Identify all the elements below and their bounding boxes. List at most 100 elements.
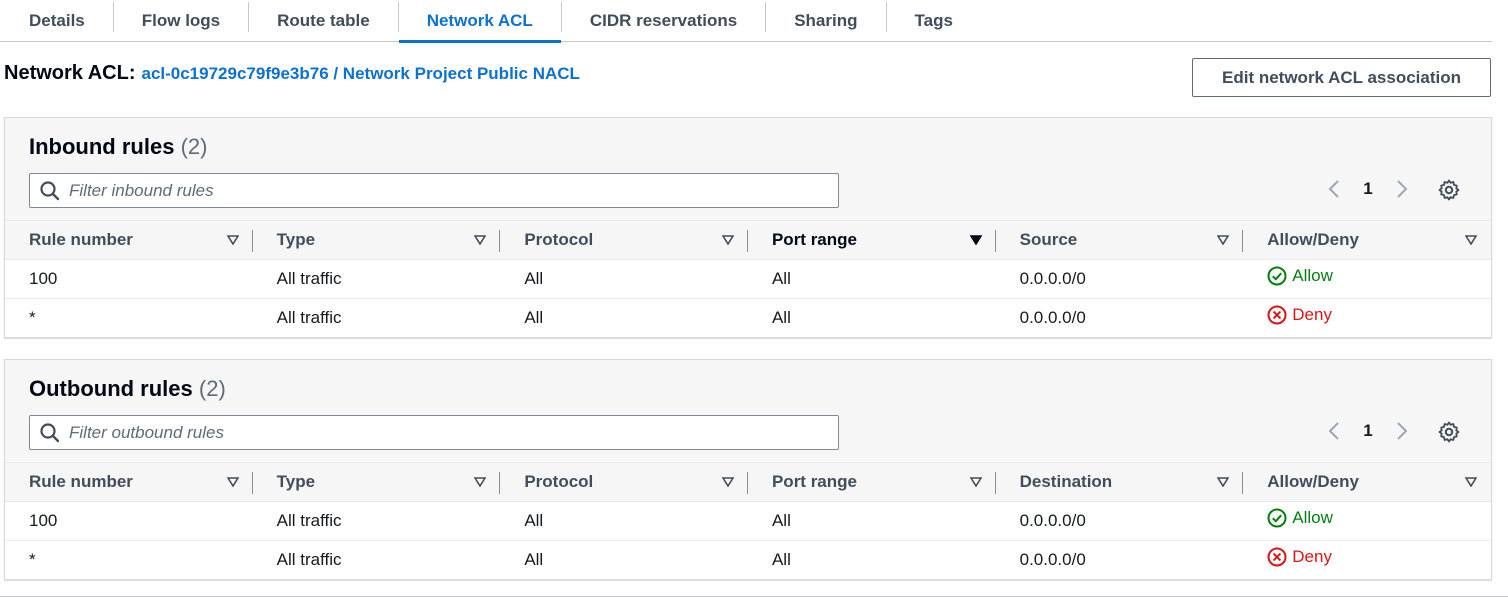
- cell-protocol: All: [524, 307, 544, 327]
- caret-down-icon: [969, 230, 983, 250]
- col-type[interactable]: Type: [252, 221, 501, 260]
- cell-rule: 100: [5, 501, 253, 541]
- table-header-row: Rule number Type Protocol Port range Sou…: [5, 221, 1491, 260]
- col-type[interactable]: Type: [252, 463, 501, 502]
- tab-cidr-reservations[interactable]: CIDR reservations: [562, 0, 765, 42]
- cell-source: 0.0.0.0/0: [1019, 307, 1086, 327]
- col-label: Source: [1019, 229, 1078, 249]
- col-allow-deny[interactable]: Allow/Deny: [1243, 463, 1491, 502]
- check-circle-icon: [1267, 508, 1287, 528]
- inbound-filter-input[interactable]: [69, 180, 809, 201]
- x-circle-icon: [1267, 305, 1287, 325]
- col-label: Rule number: [29, 471, 133, 491]
- tab-route-table[interactable]: Route table: [249, 0, 398, 42]
- outbound-title-text: Outbound rules: [29, 376, 193, 401]
- inbound-count: (2): [180, 134, 208, 159]
- status-deny: Deny: [1267, 305, 1332, 325]
- caret-down-icon: [1464, 230, 1478, 250]
- outbound-rules-panel: Outbound rules (2) 1 Rule number Typ: [4, 359, 1492, 580]
- chevron-right-icon[interactable]: [1391, 420, 1413, 442]
- cell-action: Deny: [1243, 298, 1491, 337]
- col-protocol[interactable]: Protocol: [500, 463, 748, 502]
- cell-type: All traffic: [252, 501, 501, 541]
- tab-details[interactable]: Details: [0, 0, 113, 42]
- inbound-title-text: Inbound rules: [29, 134, 175, 159]
- x-circle-icon: [1267, 547, 1287, 567]
- cell-type: All traffic: [252, 259, 501, 299]
- acl-link[interactable]: acl-0c19729c79f9e3b76 / Network Project …: [141, 64, 579, 84]
- outbound-filter-input[interactable]: [69, 422, 809, 443]
- cell-port: All: [771, 549, 791, 569]
- acl-title: Network ACL:: [4, 62, 136, 84]
- table-header-row: Rule number Type Protocol Port range Des…: [5, 463, 1491, 502]
- status-text: Allow: [1292, 508, 1333, 527]
- outbound-filter[interactable]: [29, 415, 839, 450]
- col-port-range[interactable]: Port range: [747, 221, 996, 260]
- status-deny: Deny: [1267, 547, 1332, 567]
- table-row: * All traffic All All 0.0.0.0/0 Deny: [5, 540, 1491, 579]
- edit-network-acl-association-button[interactable]: Edit network ACL association: [1192, 58, 1491, 97]
- inbound-panel-header: Inbound rules (2) 1: [5, 118, 1491, 221]
- col-protocol[interactable]: Protocol: [500, 221, 748, 260]
- col-destination[interactable]: Destination: [995, 463, 1244, 502]
- cell-rule: *: [29, 549, 36, 569]
- inbound-pagination: 1: [1323, 178, 1413, 200]
- outbound-page-number[interactable]: 1: [1345, 421, 1391, 441]
- col-rule-number[interactable]: Rule number: [5, 463, 253, 502]
- gear-icon[interactable]: [1437, 420, 1461, 444]
- cell-action: Allow: [1243, 501, 1491, 541]
- search-icon: [39, 180, 61, 202]
- col-allow-deny[interactable]: Allow/Deny: [1243, 221, 1491, 260]
- cell-destination: 0.0.0.0/0: [1019, 549, 1086, 569]
- chevron-right-icon[interactable]: [1391, 178, 1413, 200]
- outbound-count: (2): [198, 376, 226, 401]
- col-label: Allow/Deny: [1267, 229, 1359, 249]
- cell-protocol: All: [500, 501, 748, 541]
- caret-down-icon: [969, 472, 983, 492]
- table-row: * All traffic All All 0.0.0.0/0 Deny: [5, 298, 1491, 337]
- cell-protocol: All: [500, 259, 748, 299]
- col-source[interactable]: Source: [995, 221, 1244, 260]
- caret-down-icon: [1464, 472, 1478, 492]
- check-circle-icon: [1267, 266, 1287, 286]
- cell-port: All: [747, 259, 996, 299]
- caret-down-icon: [473, 472, 487, 492]
- chevron-left-icon[interactable]: [1323, 178, 1345, 200]
- tab-tags[interactable]: Tags: [887, 0, 981, 42]
- cell-port: All: [771, 307, 791, 327]
- caret-down-icon: [473, 230, 487, 250]
- status-text: Deny: [1292, 305, 1332, 325]
- tab-sharing[interactable]: Sharing: [766, 0, 885, 42]
- inbound-page-number[interactable]: 1: [1345, 179, 1391, 199]
- col-rule-number[interactable]: Rule number: [5, 221, 253, 260]
- status-text: Deny: [1292, 547, 1332, 567]
- status-allow: Allow: [1267, 508, 1333, 528]
- outbound-rules-title: Outbound rules (2): [29, 376, 226, 402]
- inbound-rules-table: Rule number Type Protocol Port range Sou…: [5, 221, 1491, 337]
- outbound-pagination: 1: [1323, 420, 1413, 442]
- cell-rule: *: [29, 307, 36, 327]
- status-text: Allow: [1292, 266, 1333, 285]
- caret-down-icon: [721, 230, 735, 250]
- col-label: Port range: [771, 471, 857, 491]
- cell-action: Deny: [1243, 540, 1491, 579]
- chevron-left-icon[interactable]: [1323, 420, 1345, 442]
- tab-flow-logs[interactable]: Flow logs: [114, 0, 248, 42]
- table-row: 100 All traffic All All 0.0.0.0/0 Allow: [5, 501, 1491, 541]
- col-port-range[interactable]: Port range: [747, 463, 996, 502]
- col-label: Port range: [771, 229, 857, 249]
- cell-type: All traffic: [276, 307, 342, 327]
- acl-header: Network ACL: acl-0c19729c79f9e3b76 / Net…: [4, 62, 580, 85]
- divider: [0, 596, 1508, 597]
- tab-network-acl[interactable]: Network ACL: [398, 0, 561, 43]
- cell-port: All: [747, 501, 996, 541]
- caret-down-icon: [1216, 472, 1230, 492]
- outbound-rules-table: Rule number Type Protocol Port range Des…: [5, 463, 1491, 579]
- cell-protocol: All: [524, 549, 544, 569]
- caret-down-icon: [1216, 230, 1230, 250]
- cell-source: 0.0.0.0/0: [995, 259, 1244, 299]
- gear-icon[interactable]: [1437, 178, 1461, 202]
- inbound-rules-panel: Inbound rules (2) 1 Rule number Type: [4, 117, 1492, 338]
- inbound-filter[interactable]: [29, 173, 839, 208]
- col-label: Allow/Deny: [1267, 471, 1359, 491]
